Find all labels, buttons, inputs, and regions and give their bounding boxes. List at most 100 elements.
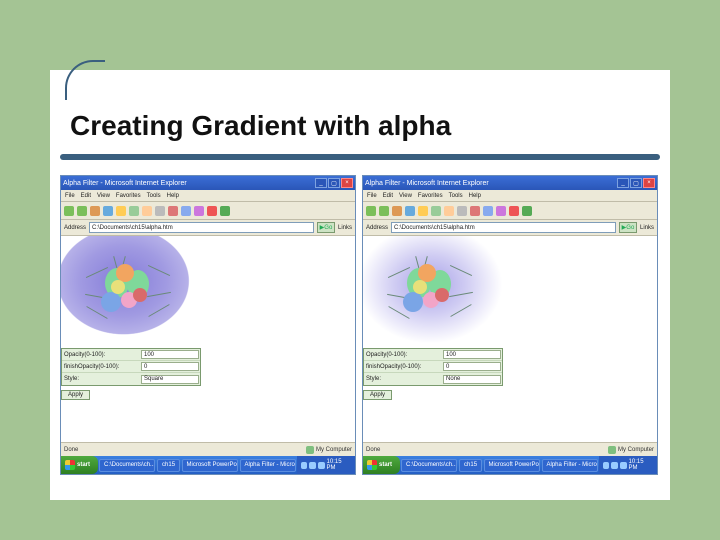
menu-help[interactable]: Help bbox=[167, 193, 179, 199]
tray-icon[interactable] bbox=[620, 462, 627, 469]
menu-file[interactable]: File bbox=[367, 193, 377, 199]
history-icon[interactable] bbox=[457, 206, 467, 216]
start-button[interactable]: start bbox=[61, 456, 98, 474]
close-button[interactable]: × bbox=[341, 178, 353, 188]
taskbar-item-label: C:\Documents\ch... bbox=[406, 462, 457, 468]
messenger-icon[interactable] bbox=[522, 206, 532, 216]
menu-tools[interactable]: Tools bbox=[147, 193, 161, 199]
computer-icon bbox=[608, 446, 616, 454]
tray-icon[interactable] bbox=[318, 462, 325, 469]
windows-logo-icon bbox=[367, 460, 377, 470]
stop-icon[interactable] bbox=[90, 206, 100, 216]
address-value: C:\Documents\ch15\alpha.htm bbox=[394, 225, 475, 231]
finishopacity-input[interactable]: 0 bbox=[141, 362, 199, 371]
search-icon[interactable] bbox=[431, 206, 441, 216]
opacity-label: Opacity(0-100): bbox=[364, 352, 442, 358]
security-zone: My Computer bbox=[608, 446, 654, 454]
home-icon[interactable] bbox=[418, 206, 428, 216]
menu-file[interactable]: File bbox=[65, 193, 75, 199]
menu-favorites[interactable]: Favorites bbox=[116, 193, 141, 199]
style-input[interactable]: Square bbox=[141, 375, 199, 384]
edit-icon[interactable] bbox=[194, 206, 204, 216]
taskbar-item[interactable]: C:\Documents\ch... bbox=[401, 459, 457, 472]
menu-tools[interactable]: Tools bbox=[449, 193, 463, 199]
forward-icon[interactable] bbox=[77, 206, 87, 216]
tray-icon[interactable] bbox=[611, 462, 618, 469]
close-button[interactable]: × bbox=[643, 178, 655, 188]
apply-button[interactable]: Apply bbox=[61, 390, 90, 400]
start-button[interactable]: start bbox=[363, 456, 400, 474]
back-icon[interactable] bbox=[366, 206, 376, 216]
apply-button[interactable]: Apply bbox=[363, 390, 392, 400]
links-label[interactable]: Links bbox=[640, 225, 654, 231]
print-icon[interactable] bbox=[483, 206, 493, 216]
search-icon[interactable] bbox=[129, 206, 139, 216]
go-label: Go bbox=[626, 225, 634, 231]
home-icon[interactable] bbox=[116, 206, 126, 216]
menu-favorites[interactable]: Favorites bbox=[418, 193, 443, 199]
taskbar-item[interactable]: ch15 bbox=[459, 459, 481, 472]
menu-view[interactable]: View bbox=[399, 193, 412, 199]
opacity-input[interactable]: 100 bbox=[141, 350, 199, 359]
taskbar-item[interactable]: Alpha Filter - Micros... bbox=[542, 459, 598, 472]
maximize-button[interactable]: ▢ bbox=[328, 178, 340, 188]
forward-icon[interactable] bbox=[379, 206, 389, 216]
edit-icon[interactable] bbox=[496, 206, 506, 216]
menu-edit[interactable]: Edit bbox=[81, 193, 91, 199]
favorites-icon[interactable] bbox=[444, 206, 454, 216]
taskbar-item[interactable]: Microsoft PowerPoint... bbox=[484, 459, 540, 472]
clock: 10:15 PM bbox=[629, 459, 653, 471]
tray-icon[interactable] bbox=[301, 462, 308, 469]
opacity-label: Opacity(0-100): bbox=[62, 352, 140, 358]
address-input[interactable]: C:\Documents\ch15\alpha.htm bbox=[89, 222, 314, 233]
form-area: Opacity(0-100): 100 finishOpacity(0-100)… bbox=[61, 348, 201, 400]
insect-blob-icon bbox=[101, 292, 121, 312]
discuss-icon[interactable] bbox=[207, 206, 217, 216]
tray-icon[interactable] bbox=[603, 462, 610, 469]
tray-icon[interactable] bbox=[309, 462, 316, 469]
minimize-button[interactable]: _ bbox=[617, 178, 629, 188]
finishopacity-label: finishOpacity(0-100): bbox=[62, 364, 140, 370]
back-icon[interactable] bbox=[64, 206, 74, 216]
print-icon[interactable] bbox=[181, 206, 191, 216]
style-input[interactable]: None bbox=[443, 375, 501, 384]
insect-blob-icon bbox=[111, 280, 125, 294]
refresh-icon[interactable] bbox=[103, 206, 113, 216]
taskbar-item[interactable]: C:\Documents\ch... bbox=[99, 459, 155, 472]
favorites-icon[interactable] bbox=[142, 206, 152, 216]
taskbar-item-label: C:\Documents\ch... bbox=[104, 462, 155, 468]
zone-text: My Computer bbox=[316, 447, 352, 453]
address-input[interactable]: C:\Documents\ch15\alpha.htm bbox=[391, 222, 616, 233]
style-value: Square bbox=[144, 376, 163, 382]
refresh-icon[interactable] bbox=[405, 206, 415, 216]
messenger-icon[interactable] bbox=[220, 206, 230, 216]
opacity-input[interactable]: 100 bbox=[443, 350, 501, 359]
minimize-button[interactable]: _ bbox=[315, 178, 327, 188]
taskbar-item[interactable]: Microsoft PowerPoint... bbox=[182, 459, 238, 472]
insect-blob-icon bbox=[133, 288, 147, 302]
finishopacity-input[interactable]: 0 bbox=[443, 362, 501, 371]
mail-icon[interactable] bbox=[168, 206, 178, 216]
menu-edit[interactable]: Edit bbox=[383, 193, 393, 199]
links-label[interactable]: Links bbox=[338, 225, 352, 231]
taskbar-item-label: ch15 bbox=[162, 462, 175, 468]
form-area: Opacity(0-100): 100 finishOpacity(0-100)… bbox=[363, 348, 503, 400]
maximize-button[interactable]: ▢ bbox=[630, 178, 642, 188]
stop-icon[interactable] bbox=[392, 206, 402, 216]
taskbar-item[interactable]: Alpha Filter - Micros... bbox=[240, 459, 296, 472]
history-icon[interactable] bbox=[155, 206, 165, 216]
menu-help[interactable]: Help bbox=[469, 193, 481, 199]
screenshots-row: Alpha Filter - Microsoft Internet Explor… bbox=[60, 175, 660, 485]
go-button[interactable]: ▶Go bbox=[619, 222, 637, 233]
finishopacity-value: 0 bbox=[446, 364, 449, 370]
mail-icon[interactable] bbox=[470, 206, 480, 216]
menu-view[interactable]: View bbox=[97, 193, 110, 199]
start-label: start bbox=[77, 462, 90, 468]
discuss-icon[interactable] bbox=[509, 206, 519, 216]
taskbar-item[interactable]: ch15 bbox=[157, 459, 179, 472]
window-title: Alpha Filter - Microsoft Internet Explor… bbox=[365, 180, 489, 187]
ie-window-right: Alpha Filter - Microsoft Internet Explor… bbox=[362, 175, 658, 475]
go-button[interactable]: ▶Go bbox=[317, 222, 335, 233]
menubar: File Edit View Favorites Tools Help bbox=[61, 190, 355, 202]
address-bar: Address C:\Documents\ch15\alpha.htm ▶Go … bbox=[363, 220, 657, 236]
